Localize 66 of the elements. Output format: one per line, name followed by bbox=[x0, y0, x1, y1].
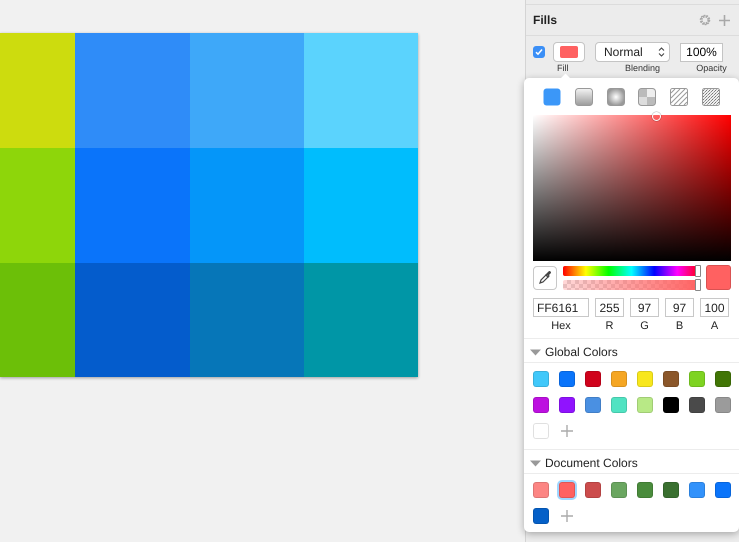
color-swatch[interactable] bbox=[559, 482, 575, 498]
color-swatch[interactable] bbox=[611, 397, 627, 413]
color-gradient-field[interactable] bbox=[533, 115, 731, 261]
color-swatch[interactable] bbox=[559, 397, 575, 413]
color-swatch[interactable] bbox=[663, 371, 679, 387]
channel-field[interactable]: 255 bbox=[595, 298, 624, 317]
color-swatch[interactable] bbox=[715, 482, 731, 498]
fill-type-tab[interactable] bbox=[543, 88, 561, 106]
color-swatch[interactable] bbox=[689, 371, 705, 387]
add-color-button[interactable] bbox=[559, 508, 575, 524]
color-swatch[interactable] bbox=[533, 397, 549, 413]
color-well[interactable] bbox=[553, 42, 585, 62]
chevron-icon bbox=[658, 46, 665, 58]
field-label: B bbox=[676, 320, 684, 332]
color-swatch[interactable] bbox=[663, 397, 679, 413]
disclosure-icon[interactable] bbox=[530, 458, 541, 466]
field-label: Opacity bbox=[695, 63, 728, 73]
channel-field[interactable]: 97 bbox=[665, 298, 694, 317]
opacity-field[interactable]: 100% bbox=[680, 42, 723, 62]
blending-dropdown[interactable]: Normal bbox=[595, 42, 670, 62]
color-swatch[interactable] bbox=[533, 482, 549, 498]
section-title: Fills bbox=[533, 13, 558, 27]
color-swatch[interactable] bbox=[637, 371, 653, 387]
eyedropper-button[interactable] bbox=[533, 266, 557, 290]
color-swatch[interactable] bbox=[715, 371, 731, 387]
color-swatch[interactable] bbox=[559, 371, 575, 387]
field-label: Fill bbox=[557, 63, 568, 73]
disclosure-icon[interactable] bbox=[530, 348, 541, 356]
color-swatch[interactable] bbox=[585, 371, 601, 387]
checkbox[interactable] bbox=[533, 46, 545, 58]
channel-field[interactable]: 97 bbox=[630, 298, 659, 317]
opacity-slider[interactable] bbox=[563, 280, 700, 290]
section-header: Global Colors bbox=[545, 344, 618, 358]
field-label: Hex bbox=[551, 320, 571, 332]
field-label: G bbox=[640, 320, 649, 332]
color-swatch[interactable] bbox=[663, 482, 679, 498]
color-swatch[interactable] bbox=[637, 397, 653, 413]
picker-handle[interactable] bbox=[652, 112, 661, 121]
fill-type-tab[interactable] bbox=[638, 88, 656, 106]
section-header: Document Colors bbox=[545, 456, 638, 470]
color-swatch[interactable] bbox=[611, 371, 627, 387]
color-swatch[interactable] bbox=[585, 397, 601, 413]
add-icon[interactable] bbox=[718, 14, 731, 26]
field-label: R bbox=[606, 320, 614, 332]
field-label: A bbox=[710, 320, 718, 332]
color-swatch[interactable] bbox=[611, 482, 627, 498]
hex-field[interactable]: FF6161 bbox=[533, 298, 589, 317]
fill-type-tab[interactable] bbox=[606, 88, 625, 106]
channel-field[interactable]: 100 bbox=[700, 298, 729, 317]
color-swatch[interactable] bbox=[533, 423, 549, 439]
color-preview bbox=[706, 265, 731, 290]
color-swatch[interactable] bbox=[533, 508, 549, 524]
fill-type-tab[interactable] bbox=[574, 88, 593, 106]
add-color-button[interactable] bbox=[559, 423, 575, 439]
fill-type-tab[interactable] bbox=[702, 88, 720, 106]
color-swatch[interactable] bbox=[533, 371, 549, 387]
hue-slider[interactable] bbox=[563, 266, 700, 276]
eyedropper-icon bbox=[538, 270, 552, 284]
color-swatch[interactable] bbox=[715, 397, 731, 413]
color-swatch[interactable] bbox=[689, 397, 705, 413]
color-swatch[interactable] bbox=[585, 482, 601, 498]
color-swatch[interactable] bbox=[689, 482, 705, 498]
color-swatch[interactable] bbox=[637, 482, 653, 498]
fill-type-tab[interactable] bbox=[670, 88, 688, 106]
settings-icon[interactable] bbox=[699, 14, 711, 26]
field-label: Blending bbox=[624, 63, 662, 73]
